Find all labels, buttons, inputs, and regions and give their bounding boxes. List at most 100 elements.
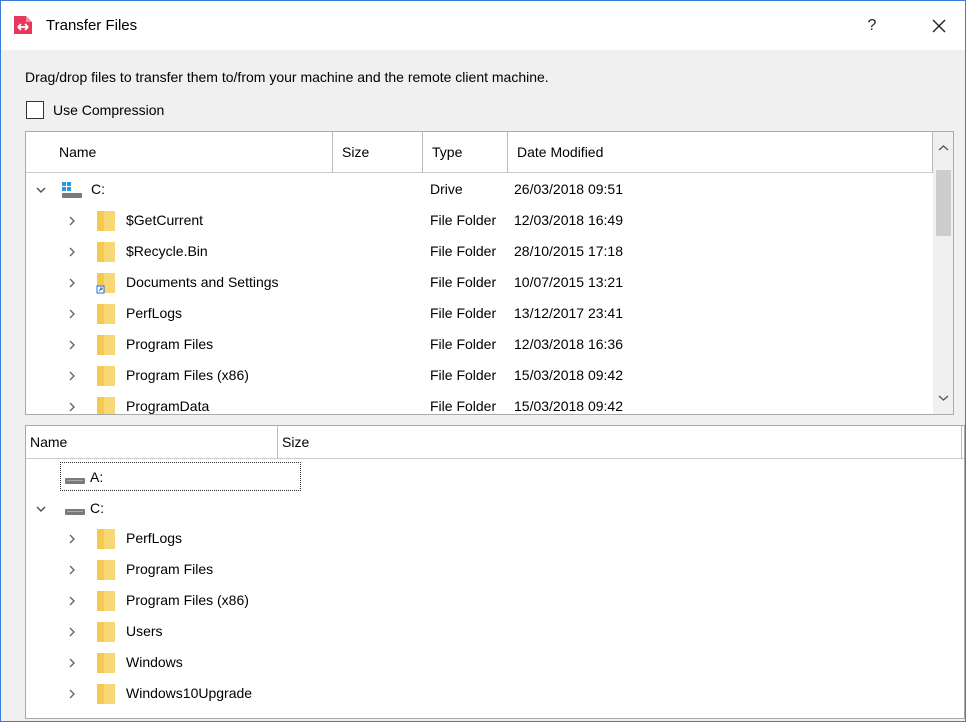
windows-drive-icon	[62, 182, 82, 198]
tree-row[interactable]: Users	[26, 616, 926, 647]
folder-name: Program Files	[126, 561, 214, 577]
folder-date: 12/03/2018 16:36	[514, 336, 623, 352]
folder-type: File Folder	[430, 398, 497, 414]
chevron-right-icon[interactable]	[66, 370, 78, 382]
tree-row[interactable]: Windows	[26, 647, 926, 678]
chevron-right-icon[interactable]	[66, 626, 78, 638]
remote-header: Name Size Type Date Modified	[26, 132, 933, 173]
folder-shortcut-icon	[96, 273, 115, 294]
chevron-right-icon[interactable]	[66, 215, 78, 227]
tree-row[interactable]: $Recycle.Bin File Folder 28/10/2015 17:18	[26, 236, 933, 267]
folder-icon	[97, 335, 115, 355]
close-button[interactable]	[921, 11, 957, 41]
column-type[interactable]: Type	[423, 132, 508, 173]
folder-icon	[97, 591, 115, 611]
folder-name: ProgramData	[126, 398, 210, 414]
folder-icon	[97, 304, 115, 324]
chevron-right-icon[interactable]	[66, 564, 78, 576]
folder-name: $Recycle.Bin	[126, 243, 208, 259]
tree-row-drive-c[interactable]: C: Drive 26/03/2018 09:51	[26, 174, 933, 205]
folder-type: File Folder	[430, 212, 497, 228]
tree-row[interactable]: ProgramData File Folder 15/03/2018 09:42	[26, 391, 933, 414]
folder-date: 28/10/2015 17:18	[514, 243, 623, 259]
folder-type: File Folder	[430, 367, 497, 383]
folder-date: 15/03/2018 09:42	[514, 398, 623, 414]
folder-name: Documents and Settings	[126, 274, 279, 290]
use-compression-label: Use Compression	[53, 102, 165, 118]
folder-icon	[97, 622, 115, 642]
column-name[interactable]: Name	[26, 426, 278, 459]
folder-icon	[97, 684, 115, 704]
tree-row-drive-c[interactable]: C:	[26, 493, 926, 524]
folder-icon	[97, 653, 115, 673]
chevron-down-icon[interactable]	[35, 503, 47, 515]
folder-name: Windows	[126, 654, 183, 670]
folder-name: PerfLogs	[126, 530, 183, 546]
transfer-files-dialog: Transfer Files ? Drag/drop files to tran…	[0, 0, 966, 722]
tree-row[interactable]: Documents and Settings File Folder 10/07/2…	[26, 267, 933, 298]
folder-icon	[97, 529, 115, 549]
folder-name: Program Files (x86)	[126, 367, 249, 383]
folder-date: 10/07/2015 13:21	[514, 274, 623, 290]
local-file-tree[interactable]: Name Size A: C: PerfLogs Program Files Pro…	[25, 425, 965, 719]
drive-icon	[65, 509, 85, 515]
folder-type: File Folder	[430, 305, 497, 321]
help-button[interactable]: ?	[857, 11, 887, 41]
folder-type: File Folder	[430, 274, 497, 290]
folder-name: Windows10Upgrade	[126, 685, 253, 701]
folder-name: PerfLogs	[126, 305, 183, 321]
chevron-right-icon[interactable]	[66, 595, 78, 607]
dialog-title: Transfer Files	[46, 17, 138, 34]
remote-file-tree[interactable]: Name Size Type Date Modified C: Drive 26…	[25, 131, 954, 415]
close-icon	[932, 19, 946, 33]
folder-icon	[97, 366, 115, 386]
local-header: Name Size	[26, 426, 964, 459]
title-bar[interactable]: Transfer Files ?	[1, 1, 965, 50]
drive-icon	[65, 478, 85, 484]
folder-icon	[97, 560, 115, 580]
folder-type: File Folder	[430, 336, 497, 352]
instruction-text: Drag/drop files to transfer them to/from…	[25, 69, 549, 85]
folder-date: 15/03/2018 09:42	[514, 367, 623, 383]
folder-name: $GetCurrent	[126, 212, 204, 228]
use-compression-option[interactable]: Use Compression	[26, 101, 164, 119]
folder-type: File Folder	[430, 243, 497, 259]
use-compression-checkbox[interactable]	[26, 101, 44, 119]
transfer-app-icon	[14, 16, 32, 34]
folder-icon	[97, 211, 115, 231]
chevron-right-icon[interactable]	[66, 246, 78, 258]
column-size[interactable]: Size	[333, 132, 423, 173]
tree-row[interactable]: PerfLogs File Folder 13/12/2017 23:41	[26, 298, 933, 329]
chevron-right-icon[interactable]	[66, 277, 78, 289]
drive-type: Drive	[430, 181, 463, 197]
tree-row[interactable]: $GetCurrent File Folder 12/03/2018 16:49	[26, 205, 933, 236]
scroll-down-icon[interactable]	[938, 392, 949, 403]
folder-icon	[97, 397, 115, 414]
column-name[interactable]: Name	[26, 132, 333, 173]
folder-date: 13/12/2017 23:41	[514, 305, 623, 321]
chevron-right-icon[interactable]	[66, 339, 78, 351]
chevron-right-icon[interactable]	[66, 533, 78, 545]
tree-row-drive-a[interactable]: A:	[26, 462, 926, 493]
scroll-up-icon[interactable]	[938, 143, 949, 154]
chevron-right-icon[interactable]	[66, 688, 78, 700]
tree-row[interactable]: Program Files (x86) File Folder 15/03/2018…	[26, 360, 933, 391]
column-date-modified[interactable]: Date Modified	[508, 132, 933, 173]
drive-name: A:	[90, 469, 104, 485]
column-size[interactable]: Size	[278, 426, 962, 459]
tree-row[interactable]: Program Files (x86)	[26, 585, 926, 616]
remote-scrollbar[interactable]	[933, 132, 953, 414]
chevron-down-icon[interactable]	[35, 184, 47, 196]
tree-row[interactable]: Windows10Upgrade	[26, 678, 926, 709]
chevron-right-icon[interactable]	[66, 401, 78, 413]
tree-row[interactable]: Program Files	[26, 554, 926, 585]
folder-name: Program Files (x86)	[126, 592, 249, 608]
folder-name: Users	[126, 623, 163, 639]
chevron-right-icon[interactable]	[66, 308, 78, 320]
tree-row[interactable]: PerfLogs	[26, 523, 926, 554]
folder-date: 12/03/2018 16:49	[514, 212, 623, 228]
drive-date: 26/03/2018 09:51	[514, 181, 623, 197]
scroll-thumb[interactable]	[936, 170, 951, 236]
tree-row[interactable]: Program Files File Folder 12/03/2018 16:36	[26, 329, 933, 360]
chevron-right-icon[interactable]	[66, 657, 78, 669]
